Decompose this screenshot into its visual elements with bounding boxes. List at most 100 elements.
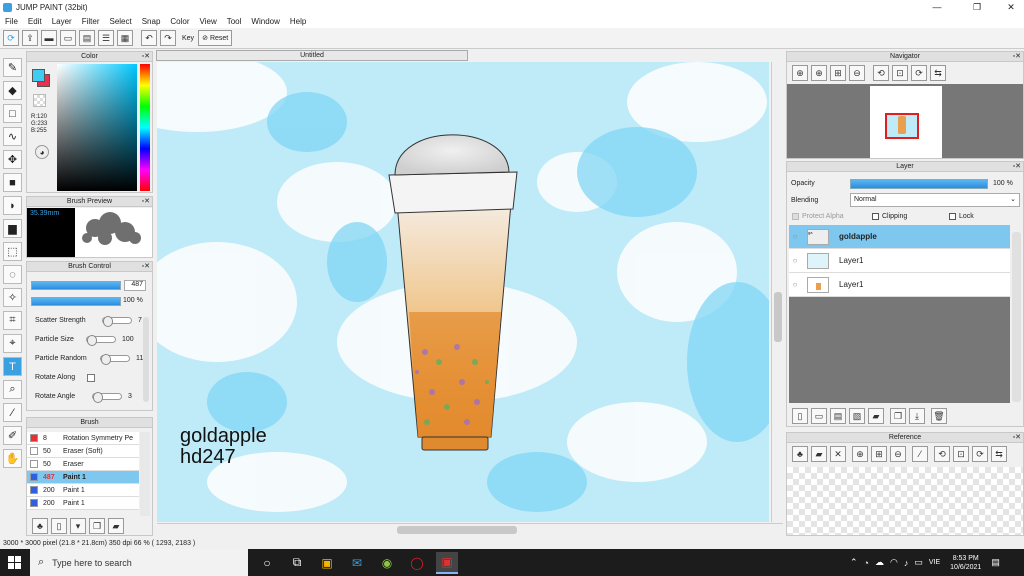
- open-folder-icon[interactable]: ▰: [811, 446, 827, 462]
- brush-icon[interactable]: ✎: [3, 58, 22, 77]
- redo-icon[interactable]: ↷: [160, 30, 176, 46]
- dropper-icon[interactable]: ⁄: [912, 446, 928, 462]
- magic-wand-icon[interactable]: ✧: [3, 288, 22, 307]
- taskbar-search-box[interactable]: ⌕ Type here to search: [30, 549, 248, 576]
- eraser-icon[interactable]: ◆: [3, 81, 22, 100]
- rotate-right-icon[interactable]: ⟳: [972, 446, 988, 462]
- cortana-icon[interactable]: ○: [256, 552, 278, 574]
- close-icon[interactable]: ▫✕: [142, 52, 150, 62]
- particle-size-slider[interactable]: [86, 335, 116, 346]
- reset-view-icon[interactable]: ⊡: [953, 446, 969, 462]
- clock[interactable]: 8:53 PM 10/6/2021: [950, 554, 981, 572]
- new-folder-icon[interactable]: ▰: [868, 408, 884, 424]
- blending-select[interactable]: Normal ⌄: [850, 193, 1020, 207]
- select-pen-icon[interactable]: ⌗: [3, 311, 22, 330]
- brush-size-value[interactable]: 487: [124, 280, 146, 291]
- foreground-color-swatch[interactable]: [32, 69, 45, 82]
- menu-snap[interactable]: Snap: [142, 17, 161, 26]
- menu-tool[interactable]: Tool: [227, 17, 242, 26]
- comment-icon[interactable]: ▬: [41, 30, 57, 46]
- document-tab[interactable]: Untitled: [156, 50, 468, 61]
- canvas-vertical-scrollbar[interactable]: [771, 62, 783, 522]
- tree-icon[interactable]: ♣: [32, 518, 48, 534]
- zoom-out-icon[interactable]: ⊖: [849, 65, 865, 81]
- close-icon[interactable]: ▫✕: [1013, 52, 1021, 62]
- rectangle-icon[interactable]: □: [3, 104, 22, 123]
- horizontal-scroll-thumb[interactable]: [397, 526, 517, 534]
- vertical-scroll-thumb[interactable]: [774, 292, 782, 342]
- export-icon[interactable]: ⇪: [22, 30, 38, 46]
- select-rect-icon[interactable]: ⬚: [3, 242, 22, 261]
- brush-size-slider[interactable]: [31, 281, 121, 290]
- fill-rect-icon[interactable]: ■: [3, 173, 22, 192]
- rotate-left-icon[interactable]: ⟲: [934, 446, 950, 462]
- lasso-icon[interactable]: ◌: [3, 265, 22, 284]
- zoom-in-icon[interactable]: ⊕: [852, 446, 868, 462]
- navigator-preview[interactable]: [787, 84, 1023, 158]
- brush-menu-icon[interactable]: ▾: [70, 518, 86, 534]
- curve-icon[interactable]: ∿: [3, 127, 22, 146]
- reset-view-icon[interactable]: ⊡: [892, 65, 908, 81]
- list-icon[interactable]: ☰: [98, 30, 114, 46]
- menu-edit[interactable]: Edit: [28, 17, 42, 26]
- mail-icon[interactable]: ✉: [346, 552, 368, 574]
- clipping-checkbox[interactable]: [872, 213, 879, 220]
- lock-option[interactable]: Lock: [949, 213, 974, 220]
- restore-button[interactable]: ❐: [962, 0, 992, 15]
- rotate-left-icon[interactable]: ⟲: [873, 65, 889, 81]
- close-icon[interactable]: ▫✕: [1013, 433, 1021, 443]
- brush-control-scrollbar[interactable]: [143, 317, 149, 402]
- zoom-plus-icon[interactable]: ⊕: [811, 65, 827, 81]
- menu-help[interactable]: Help: [290, 17, 306, 26]
- transparent-swatch[interactable]: [33, 94, 46, 107]
- duplicate-layer-icon[interactable]: ❐: [890, 408, 906, 424]
- layer-opacity-slider[interactable]: [850, 179, 988, 189]
- undo-icon[interactable]: ↶: [141, 30, 157, 46]
- minimize-button[interactable]: —: [922, 0, 952, 15]
- menu-layer[interactable]: Layer: [52, 17, 72, 26]
- dropper-icon[interactable]: ⁄: [3, 403, 22, 422]
- store-icon[interactable]: ▣: [316, 552, 338, 574]
- task-view-icon[interactable]: ⧉: [286, 552, 308, 574]
- flip-icon[interactable]: ⇆: [930, 65, 946, 81]
- hue-slider[interactable]: [140, 64, 150, 191]
- bucket-icon[interactable]: ◗: [3, 196, 22, 215]
- visibility-icon[interactable]: ○: [789, 232, 801, 241]
- new-brush-icon[interactable]: ▯: [51, 518, 67, 534]
- opera-icon[interactable]: ◯: [406, 552, 428, 574]
- close-reference-icon[interactable]: ✕: [830, 446, 846, 462]
- hand-icon[interactable]: ✋: [3, 449, 22, 468]
- text-icon[interactable]: T: [3, 357, 22, 376]
- protect-alpha-checkbox[interactable]: [792, 213, 799, 220]
- copy-brush-icon[interactable]: ❐: [89, 518, 105, 534]
- protect-alpha-option[interactable]: Protect Alpha: [792, 213, 844, 220]
- lock-checkbox[interactable]: [949, 213, 956, 220]
- language-indicator[interactable]: VIE: [929, 559, 940, 566]
- visibility-icon[interactable]: ○: [789, 256, 801, 265]
- merge-layer-icon[interactable]: ⤓: [909, 408, 925, 424]
- close-icon[interactable]: ▫✕: [1013, 162, 1021, 172]
- close-button[interactable]: ✕: [996, 0, 1024, 15]
- brush-item[interactable]: 200 Paint 1: [27, 484, 139, 497]
- clipping-option[interactable]: Clipping: [872, 213, 907, 220]
- new-tone-layer-icon[interactable]: ▧: [849, 408, 865, 424]
- jump-paint-taskbar-icon[interactable]: ▣: [436, 551, 458, 574]
- zoom-out-icon[interactable]: ⊖: [890, 446, 906, 462]
- document-icon[interactable]: ▤: [79, 30, 95, 46]
- notification-icon[interactable]: ▤: [991, 557, 1000, 568]
- close-icon[interactable]: ▫✕: [142, 197, 150, 207]
- menu-color[interactable]: Color: [170, 17, 189, 26]
- new-halftone-layer-icon[interactable]: ▤: [830, 408, 846, 424]
- visibility-icon[interactable]: ○: [789, 280, 801, 289]
- new-layer-icon[interactable]: ▯: [792, 408, 808, 424]
- close-icon[interactable]: ▫✕: [142, 262, 150, 272]
- scatter-strength-slider[interactable]: [102, 316, 132, 327]
- browser-icon[interactable]: ◉: [376, 552, 398, 574]
- brush-list-scrollbar[interactable]: [140, 432, 150, 516]
- rotate-along-checkbox[interactable]: [87, 373, 95, 382]
- operation-icon[interactable]: ⌕: [3, 380, 22, 399]
- flip-icon[interactable]: ⇆: [991, 446, 1007, 462]
- cloud-icon[interactable]: ☁: [875, 557, 884, 568]
- layer-row[interactable]: ○ Layer1: [789, 273, 1010, 297]
- message-icon[interactable]: ▭: [60, 30, 76, 46]
